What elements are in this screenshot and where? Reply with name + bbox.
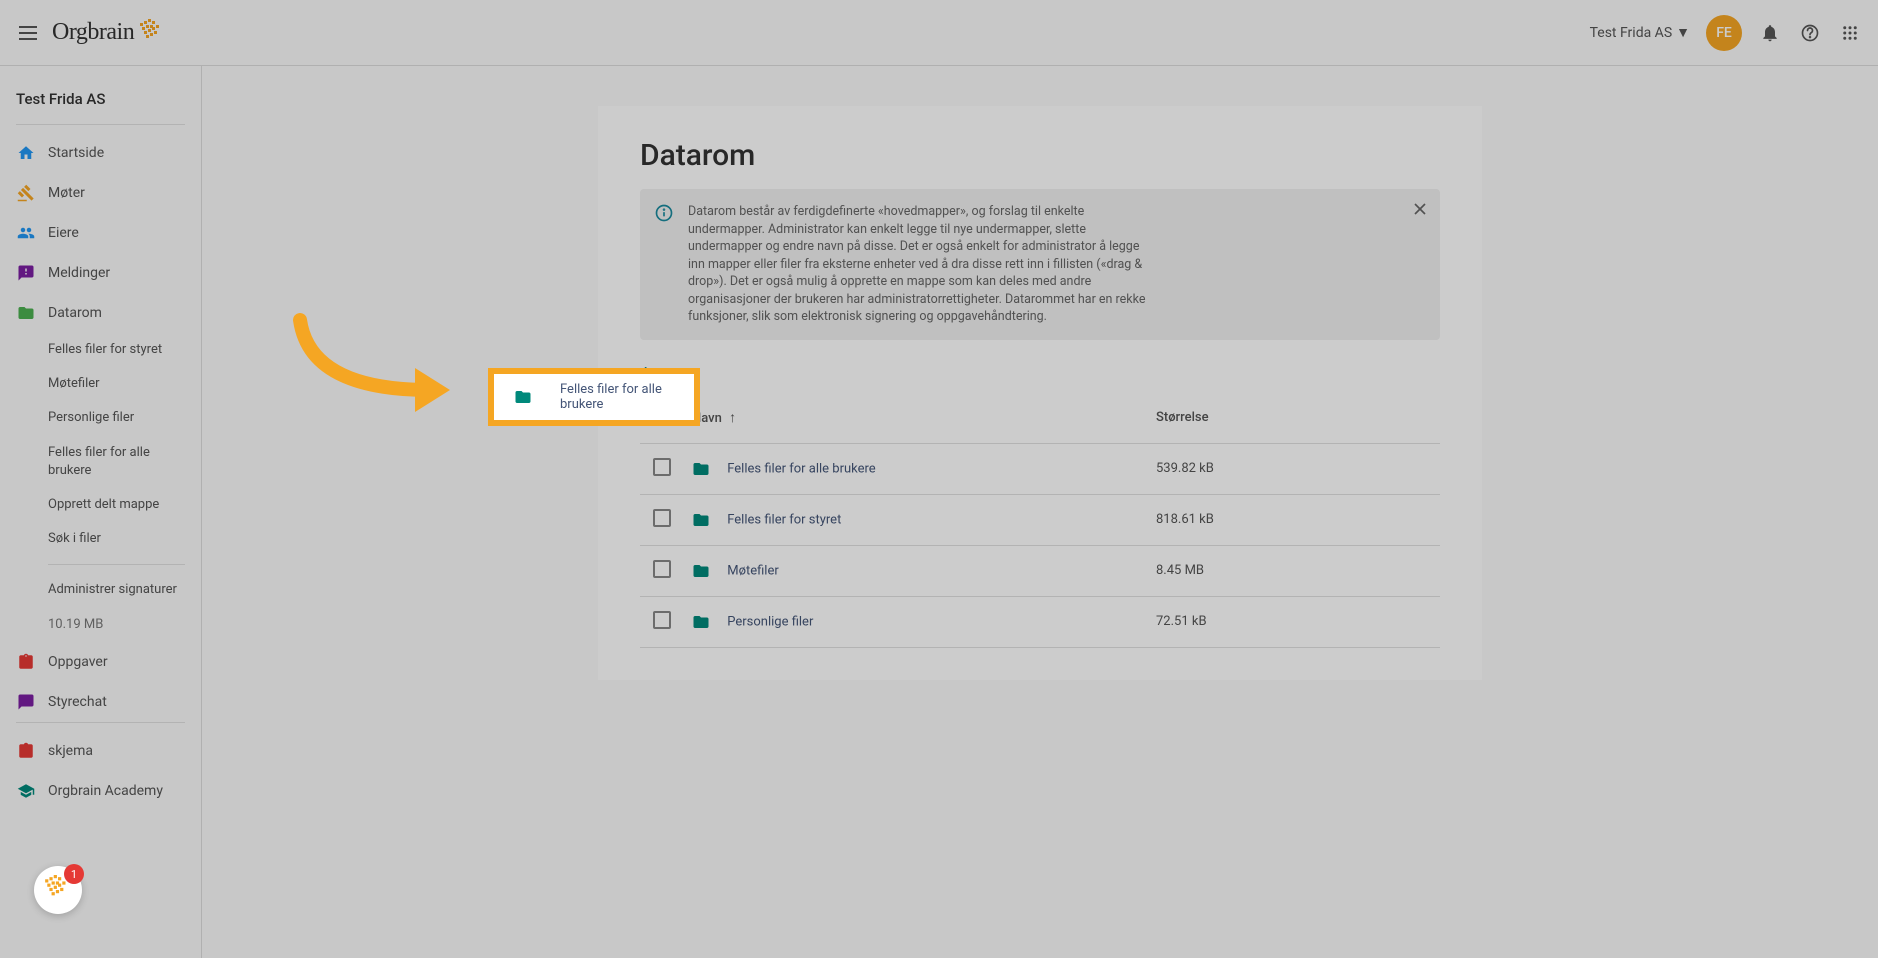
select-all-checkbox[interactable] [653,407,671,425]
sidebar-subitem-felles-alle[interactable]: Felles filer for alle brukere [8,436,193,488]
school-icon [16,781,36,801]
folder-size: 72.51 kB [1148,596,1440,647]
sidebar-item-label: Eiere [48,225,79,241]
chevron-down-icon: ▼ [1676,24,1690,41]
info-text: Datarom består av ferdigdefinerte «hoved… [688,203,1148,326]
sidebar-item-label: skjema [48,743,93,759]
folder-name: Felles filer for alle brukere [727,461,875,476]
sidebar-subitem-motefiler[interactable]: Møtefiler [8,367,193,401]
sidebar-item-label: Oppgaver [48,654,108,670]
folder-size: 8.45 MB [1148,545,1440,596]
table-row[interactable]: Møtefiler 8.45 MB [640,545,1440,596]
folder-name: Personlige filer [727,614,813,629]
table-row[interactable]: Felles filer for alle brukere 539.82 kB [640,443,1440,494]
badge-count: 1 [64,864,84,884]
sidebar-item-label: Meldinger [48,265,110,281]
people-icon [16,223,36,243]
sidebar-item-label: Datarom [48,305,102,321]
row-checkbox[interactable] [653,560,671,578]
menu-toggle[interactable] [16,21,40,45]
sidebar-item-startside[interactable]: Startside [8,133,193,173]
page-title: Datarom [640,138,1440,173]
org-selector[interactable]: Test Frida AS ▼ [1590,24,1690,41]
info-banner: Datarom består av ferdigdefinerte «hoved… [640,189,1440,340]
sidebar-item-label: Orgbrain Academy [48,783,163,799]
sidebar-item-oppgaver[interactable]: Oppgaver [8,642,193,682]
column-size[interactable]: Størrelse [1148,393,1440,444]
sidebar-item-meldinger[interactable]: Meldinger [8,253,193,293]
row-checkbox[interactable] [653,509,671,527]
sidebar: Test Frida AS Startside Møter Eiere Meld… [0,66,202,958]
folder-icon [692,613,710,631]
sidebar-subitem-personlige[interactable]: Personlige filer [8,401,193,435]
sidebar-org-title: Test Frida AS [8,82,193,124]
avatar[interactable]: FE [1706,15,1742,51]
sidebar-storage: 10.19 MB [8,608,193,642]
chat-icon [16,692,36,712]
help-icon[interactable] [1798,21,1822,45]
sidebar-subitem-signaturer[interactable]: Administrer signaturer [8,573,193,607]
sidebar-item-academy[interactable]: Orgbrain Academy [8,771,193,811]
close-icon[interactable] [1410,199,1430,219]
logo-text: Orgbrain [52,19,134,46]
main-content: Datarom Datarom består av ferdigdefinert… [202,66,1878,958]
sidebar-item-label: Startside [48,145,104,161]
info-icon [654,203,674,223]
form-icon [16,741,36,761]
task-icon [16,652,36,672]
notifications-icon[interactable] [1758,21,1782,45]
sort-arrow-up-icon: ↑ [729,410,736,426]
folder-name: Felles filer for styret [727,512,841,527]
logo-icon [138,19,166,47]
floating-help-badge[interactable]: 1 [34,866,82,914]
row-checkbox[interactable] [653,611,671,629]
folder-icon [692,511,710,529]
folder-icon [692,562,710,580]
table-row[interactable]: Personlige filer 72.51 kB [640,596,1440,647]
sidebar-item-label: Styrechat [48,694,107,710]
folder-size: 818.61 kB [1148,494,1440,545]
org-name: Test Frida AS [1590,25,1673,41]
sidebar-item-label: Møter [48,185,85,201]
sidebar-subitem-sok[interactable]: Søk i filer [8,522,193,556]
folder-icon [692,460,710,478]
folder-name: Møtefiler [727,563,779,578]
row-checkbox[interactable] [653,458,671,476]
breadcrumb[interactable]: / [640,364,1440,385]
folder-icon [16,303,36,323]
sidebar-item-skjema[interactable]: skjema [8,731,193,771]
sidebar-subitem-felles-styret[interactable]: Felles filer for styret [8,333,193,367]
sidebar-item-styrechat[interactable]: Styrechat [8,682,193,722]
header: Orgbrain Test Frida AS ▼ FE [0,0,1878,66]
gavel-icon [16,183,36,203]
sidebar-subitem-opprett-mappe[interactable]: Opprett delt mappe [8,488,193,522]
home-icon [16,143,36,163]
announcement-icon [16,263,36,283]
sidebar-item-datarom[interactable]: Datarom [8,293,193,333]
sidebar-item-moter[interactable]: Møter [8,173,193,213]
apps-icon[interactable] [1838,21,1862,45]
column-name[interactable]: Navn ↑ [684,393,1148,444]
folder-size: 539.82 kB [1148,443,1440,494]
logo[interactable]: Orgbrain [52,19,166,47]
table-row[interactable]: Felles filer for styret 818.61 kB [640,494,1440,545]
sidebar-item-eiere[interactable]: Eiere [8,213,193,253]
file-table: Navn ↑ Størrelse Felles filer for alle b… [640,393,1440,648]
